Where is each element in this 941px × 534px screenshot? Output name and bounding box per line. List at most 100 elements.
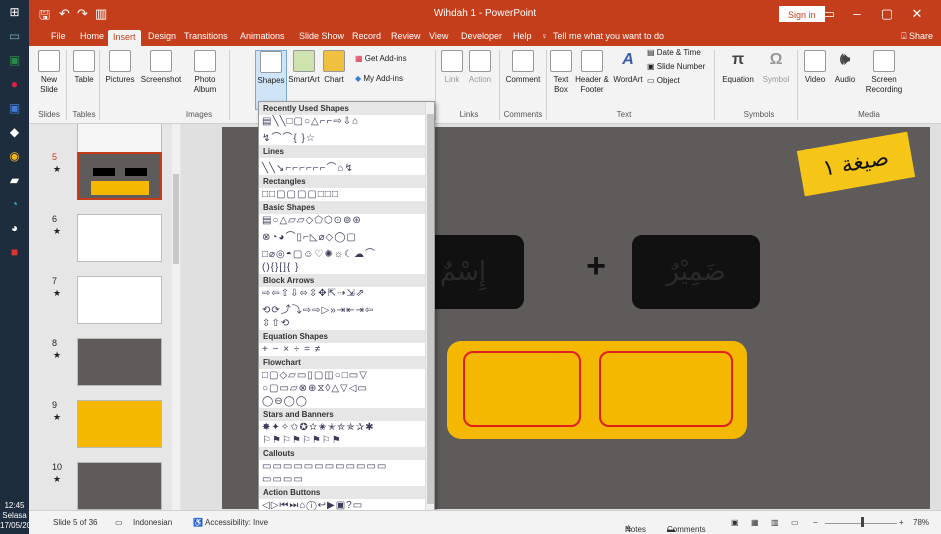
link-button[interactable]: Link <box>440 50 464 85</box>
slide-thumbnail[interactable] <box>77 462 162 510</box>
slide-sorter-icon[interactable]: ▦ <box>751 518 759 527</box>
start-icon[interactable]: ⊞ <box>0 0 29 24</box>
object-icon: ▭ <box>647 76 657 85</box>
screenshot-button[interactable]: Screenshot <box>138 50 184 85</box>
ribbon-tabs: File Home Insert Design Transitions Anim… <box>29 28 941 46</box>
text-box-button[interactable]: Text Box <box>549 50 573 95</box>
share-button[interactable]: ⍗ Share <box>901 31 933 42</box>
tab-home[interactable]: Home <box>80 31 104 41</box>
scroll-thumb[interactable] <box>427 114 434 504</box>
shape-row[interactable]: ▭▭▭▭ <box>259 473 434 486</box>
accessibility-status[interactable]: Accessibility: Inve <box>205 518 268 527</box>
desktop-icon[interactable]: ▭ <box>0 24 29 48</box>
shape-row[interactable]: ⊗◔◕⌒▯⌐◺⌀◇◯▢ <box>259 227 434 244</box>
reading-view-icon[interactable]: ▥ <box>771 518 779 527</box>
object-button[interactable]: ▭ Object <box>647 76 711 86</box>
shape-row[interactable]: ◯⊖◯◯ <box>259 395 434 408</box>
zoom-in-button[interactable]: + <box>899 518 904 527</box>
normal-view-icon[interactable]: ▣ <box>731 518 739 527</box>
audio-button[interactable]: 🕪 Audio <box>831 50 859 85</box>
spellcheck-icon[interactable]: ▭ <box>115 518 123 527</box>
tab-view[interactable]: View <box>429 31 448 41</box>
slide-thumbnail[interactable] <box>77 338 162 386</box>
shape-row[interactable]: (){}[]{ } <box>259 261 434 274</box>
shape-row[interactable]: ╲╲↘⌐⌐⌐⌐⌐⌐⌒⌂↯ <box>259 158 434 175</box>
sign-in-button[interactable]: Sign in <box>779 6 825 22</box>
tab-developer[interactable]: Developer <box>461 31 502 41</box>
smartart-button[interactable]: SmartArt <box>287 50 321 85</box>
shape-row[interactable]: ▤○△▱▱◇⬠⬡⊙⊚⊛ <box>259 214 434 227</box>
answer-slot[interactable] <box>463 351 581 427</box>
language[interactable]: Indonesian <box>133 518 172 527</box>
ribbon-display-icon[interactable]: ▭ <box>819 6 839 22</box>
shape-row[interactable]: □▢◇▱▭▯▢◫○□▭▽ <box>259 369 434 382</box>
word-icon[interactable]: ▣ <box>0 96 29 120</box>
minimize-button[interactable]: – <box>847 6 867 21</box>
slide-number-button[interactable]: ▣ Slide Number <box>647 62 711 72</box>
slide-thumbnail[interactable] <box>77 400 162 448</box>
app-icon[interactable]: ◆ <box>0 120 29 144</box>
tab-review[interactable]: Review <box>391 31 421 41</box>
scroll-thumb[interactable] <box>173 174 179 264</box>
shape-row[interactable]: ○▢▭▱⊗⊕⧖◊△▽◁▭ <box>259 382 434 395</box>
tab-insert[interactable]: Insert <box>108 30 141 46</box>
close-button[interactable]: ✕ <box>907 6 927 22</box>
shape-row[interactable]: ⚐⚑⚐⚑⚐⚑⚐⚑ <box>259 434 434 447</box>
paint-icon[interactable]: ◕ <box>0 216 29 240</box>
slide-thumbnail[interactable] <box>77 214 162 262</box>
shape-row[interactable]: ⟲⟳⤴⤵⇨⇨▷»⇥⇤⇥⇦ <box>259 300 434 317</box>
comment-button[interactable]: Comment <box>503 50 543 85</box>
zoom-out-button[interactable]: − <box>813 518 818 527</box>
table-button[interactable]: Table <box>71 50 97 85</box>
accessibility-icon: ♿ <box>193 518 203 527</box>
tab-design[interactable]: Design <box>148 31 176 41</box>
slide-thumbnail[interactable] <box>77 276 162 324</box>
tab-record[interactable]: Record <box>352 31 381 41</box>
tab-slide-show[interactable]: Slide Show <box>299 31 344 41</box>
shape-row[interactable]: ▤╲╲□▢○△⌐⌐⇨⇩⌂ <box>259 115 434 128</box>
excel-icon[interactable]: ▣ <box>0 48 29 72</box>
slideshow-icon[interactable]: ▭ <box>791 518 799 527</box>
new-slide-button[interactable]: New Slide <box>33 50 65 95</box>
header-footer-button[interactable]: Header & Footer <box>575 50 609 95</box>
video-button[interactable]: Video <box>801 50 829 85</box>
folder-icon[interactable]: ▰ <box>0 168 29 192</box>
pictures-button[interactable]: Pictures <box>103 50 137 85</box>
shape-row[interactable]: + − × ÷ = ≠ <box>259 343 434 356</box>
my-addins-button[interactable]: ◆ My Add-ins <box>355 74 427 84</box>
shape-row[interactable]: ⇳⇧⟲ <box>259 317 434 330</box>
action-button[interactable]: Action <box>466 50 494 85</box>
chart-button[interactable]: Chart <box>321 50 347 85</box>
wordart-button[interactable]: A WordArt <box>611 50 645 85</box>
zoom-level[interactable]: 78% <box>913 518 929 527</box>
tell-me-search[interactable]: Tell me what you want to do <box>553 31 664 41</box>
equation-button[interactable]: π Equation <box>717 50 759 85</box>
pdf-icon[interactable]: ■ <box>0 240 29 264</box>
powerpoint-icon[interactable]: ● <box>0 72 29 96</box>
answer-slot[interactable] <box>599 351 733 427</box>
system-clock[interactable]: 12:45 Selasa 17/05/2022 <box>0 501 40 534</box>
chrome-icon[interactable]: ◉ <box>0 144 29 168</box>
shape-row[interactable]: ✸✦✧✩✪✫✬✭✮✯✰✱ <box>259 421 434 434</box>
date-time-button[interactable]: ▤ Date & Time <box>647 48 711 58</box>
maximize-button[interactable]: ▢ <box>877 6 897 22</box>
shape-row[interactable]: □⌀◎◓▢☺♡✺☼☾☁⌒ <box>259 244 434 261</box>
tab-help[interactable]: Help <box>513 31 532 41</box>
symbol-button[interactable]: Ω Symbol <box>759 50 793 85</box>
edge-icon[interactable]: ◔ <box>0 192 29 216</box>
get-addins-button[interactable]: ▦ Get Add-ins <box>355 54 427 64</box>
shape-row[interactable]: □□▢▢▢▢□□□ <box>259 188 434 201</box>
thumbnail-scrollbar[interactable] <box>172 124 180 510</box>
pronoun-card[interactable]: ضَمِيْرٌ <box>632 235 760 309</box>
gallery-scrollbar[interactable] <box>425 102 434 524</box>
shape-row[interactable]: ▭▭▭▭▭▭▭▭▭▭▭▭ <box>259 460 434 473</box>
shape-row[interactable]: ⇨⇦⇧⇩⬄⇳✥⇱⇢⇲⇗ <box>259 287 434 300</box>
tab-file[interactable]: File <box>51 31 66 41</box>
photo-album-button[interactable]: Photo Album <box>185 50 225 95</box>
tab-animations[interactable]: Animations <box>240 31 285 41</box>
shape-row[interactable]: ↯⌒⌒{ }☆ <box>259 128 434 145</box>
slide-thumbnail-active[interactable] <box>77 152 162 200</box>
zoom-slider-thumb[interactable] <box>861 517 864 527</box>
tab-transitions[interactable]: Transitions <box>184 31 228 41</box>
screen-recording-button[interactable]: Screen Recording <box>861 50 907 95</box>
